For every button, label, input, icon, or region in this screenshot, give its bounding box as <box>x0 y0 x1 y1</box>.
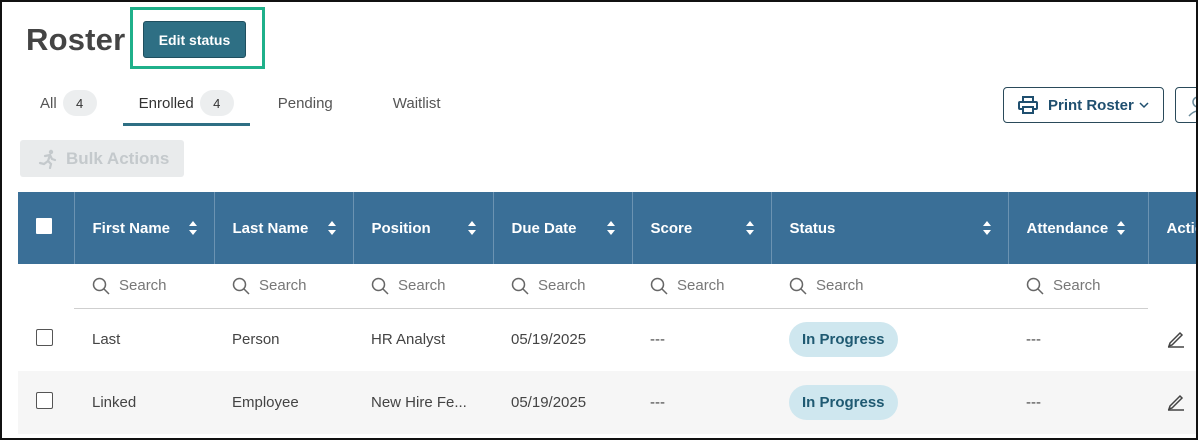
search-placeholder: Search <box>816 277 864 295</box>
tab-pending-label: Pending <box>277 94 333 112</box>
tab-pending[interactable]: Pending <box>262 86 349 126</box>
search-icon <box>371 277 389 295</box>
select-all-checkbox[interactable] <box>36 218 52 234</box>
printer-icon <box>1018 96 1038 114</box>
col-position[interactable]: Position <box>353 192 494 264</box>
user-icon <box>1188 96 1196 117</box>
status-badge: In Progress <box>789 385 898 420</box>
search-row: Search Search Search Search Search Searc… <box>18 264 1196 309</box>
table-row: Linked Employee New Hire Fe... 05/19/202… <box>18 371 1196 434</box>
search-icon <box>1026 277 1044 295</box>
search-icon <box>789 277 807 295</box>
due-date-search[interactable]: Search <box>493 264 632 309</box>
col-status[interactable]: Status <box>771 192 1009 264</box>
col-attendance[interactable]: Attendance <box>1008 192 1149 264</box>
attendance-search[interactable]: Search <box>1008 264 1148 309</box>
page-title: Roster <box>26 22 126 57</box>
edit-pencil-icon[interactable] <box>1166 391 1186 411</box>
col-last-name-label: Last Name <box>232 219 309 237</box>
col-actions-label: Actions <box>1166 219 1197 237</box>
sort-icon <box>188 221 197 235</box>
status-badge: In Progress <box>789 322 898 358</box>
bulk-actions-button[interactable]: Bulk Actions <box>20 140 184 177</box>
tab-all-label: All <box>40 94 57 112</box>
col-first-name[interactable]: First Name <box>74 192 215 264</box>
tab-all[interactable]: All 4 <box>24 86 113 126</box>
search-icon <box>511 277 529 295</box>
tab-waitlist-label: Waitlist <box>392 94 441 112</box>
last-name-search[interactable]: Search <box>214 264 353 309</box>
sort-icon <box>467 221 476 235</box>
user-options-button[interactable] <box>1175 87 1196 123</box>
col-due-date-label: Due Date <box>511 219 577 237</box>
print-roster-label: Print Roster <box>1048 96 1134 114</box>
col-first-name-label: First Name <box>92 219 171 237</box>
col-score[interactable]: Score <box>632 192 772 264</box>
app-frame: Roster Edit status All 4 Enrolled 4 Pend… <box>0 0 1198 440</box>
cell-position: New Hire Fe... <box>353 371 493 434</box>
cell-first-name: Last <box>92 331 121 349</box>
search-placeholder: Search <box>1053 277 1101 295</box>
tab-waitlist[interactable]: Waitlist <box>377 86 457 126</box>
cell-score: --- <box>650 331 665 349</box>
sort-icon <box>606 221 615 235</box>
roster-table: First Name Last Name Position Due Date S… <box>18 192 1197 434</box>
score-search[interactable]: Search <box>632 264 771 309</box>
search-placeholder: Search <box>119 277 167 295</box>
cell-due-date: 05/19/2025 <box>511 331 587 349</box>
chevron-down-icon <box>1139 102 1149 109</box>
search-placeholder: Search <box>259 277 307 295</box>
col-last-name[interactable]: Last Name <box>214 192 354 264</box>
search-placeholder: Search <box>677 277 725 295</box>
edit-status-button[interactable]: Edit status <box>143 21 246 58</box>
roster-tabs: All 4 Enrolled 4 Pending Waitlist <box>24 86 457 126</box>
cell-last-name: Employee <box>214 371 353 434</box>
cell-position: HR Analyst <box>371 331 446 349</box>
search-placeholder: Search <box>398 277 446 295</box>
sort-icon <box>982 221 991 235</box>
col-score-label: Score <box>650 219 693 237</box>
row-checkbox[interactable] <box>36 329 53 346</box>
cell-attendance: --- <box>1008 371 1148 434</box>
cell-score: --- <box>632 371 771 434</box>
search-icon <box>232 277 250 295</box>
tab-all-count: 4 <box>62 90 97 116</box>
col-attendance-label: Attendance <box>1026 219 1109 237</box>
first-name-search[interactable]: Search <box>74 264 214 309</box>
cell-due-date: 05/19/2025 <box>493 371 632 434</box>
position-search[interactable]: Search <box>353 264 493 309</box>
col-due-date[interactable]: Due Date <box>493 192 633 264</box>
col-actions: Actions <box>1148 192 1197 264</box>
sort-icon <box>1116 221 1125 235</box>
edit-pencil-icon[interactable] <box>1166 328 1186 348</box>
cell-attendance: --- <box>1026 331 1041 349</box>
search-placeholder: Search <box>538 277 586 295</box>
status-search[interactable]: Search <box>771 264 1008 309</box>
row-checkbox[interactable] <box>36 392 53 409</box>
print-roster-button[interactable]: Print Roster <box>1003 87 1164 123</box>
cell-last-name: Person <box>232 331 280 349</box>
col-status-label: Status <box>789 219 836 237</box>
running-person-icon <box>38 149 57 169</box>
tab-enrolled-count: 4 <box>199 90 234 116</box>
search-icon <box>650 277 668 295</box>
table-row: Last Person HR Analyst 05/19/2025 --- In… <box>18 308 1196 371</box>
tab-enrolled-label: Enrolled <box>138 94 194 112</box>
search-icon <box>92 277 110 295</box>
tab-enrolled[interactable]: Enrolled 4 <box>122 86 250 126</box>
sort-icon <box>327 221 336 235</box>
select-all-cell <box>18 192 75 264</box>
sort-icon <box>745 221 754 235</box>
col-position-label: Position <box>371 219 431 237</box>
cell-first-name: Linked <box>74 371 214 434</box>
bulk-actions-label: Bulk Actions <box>66 148 170 168</box>
